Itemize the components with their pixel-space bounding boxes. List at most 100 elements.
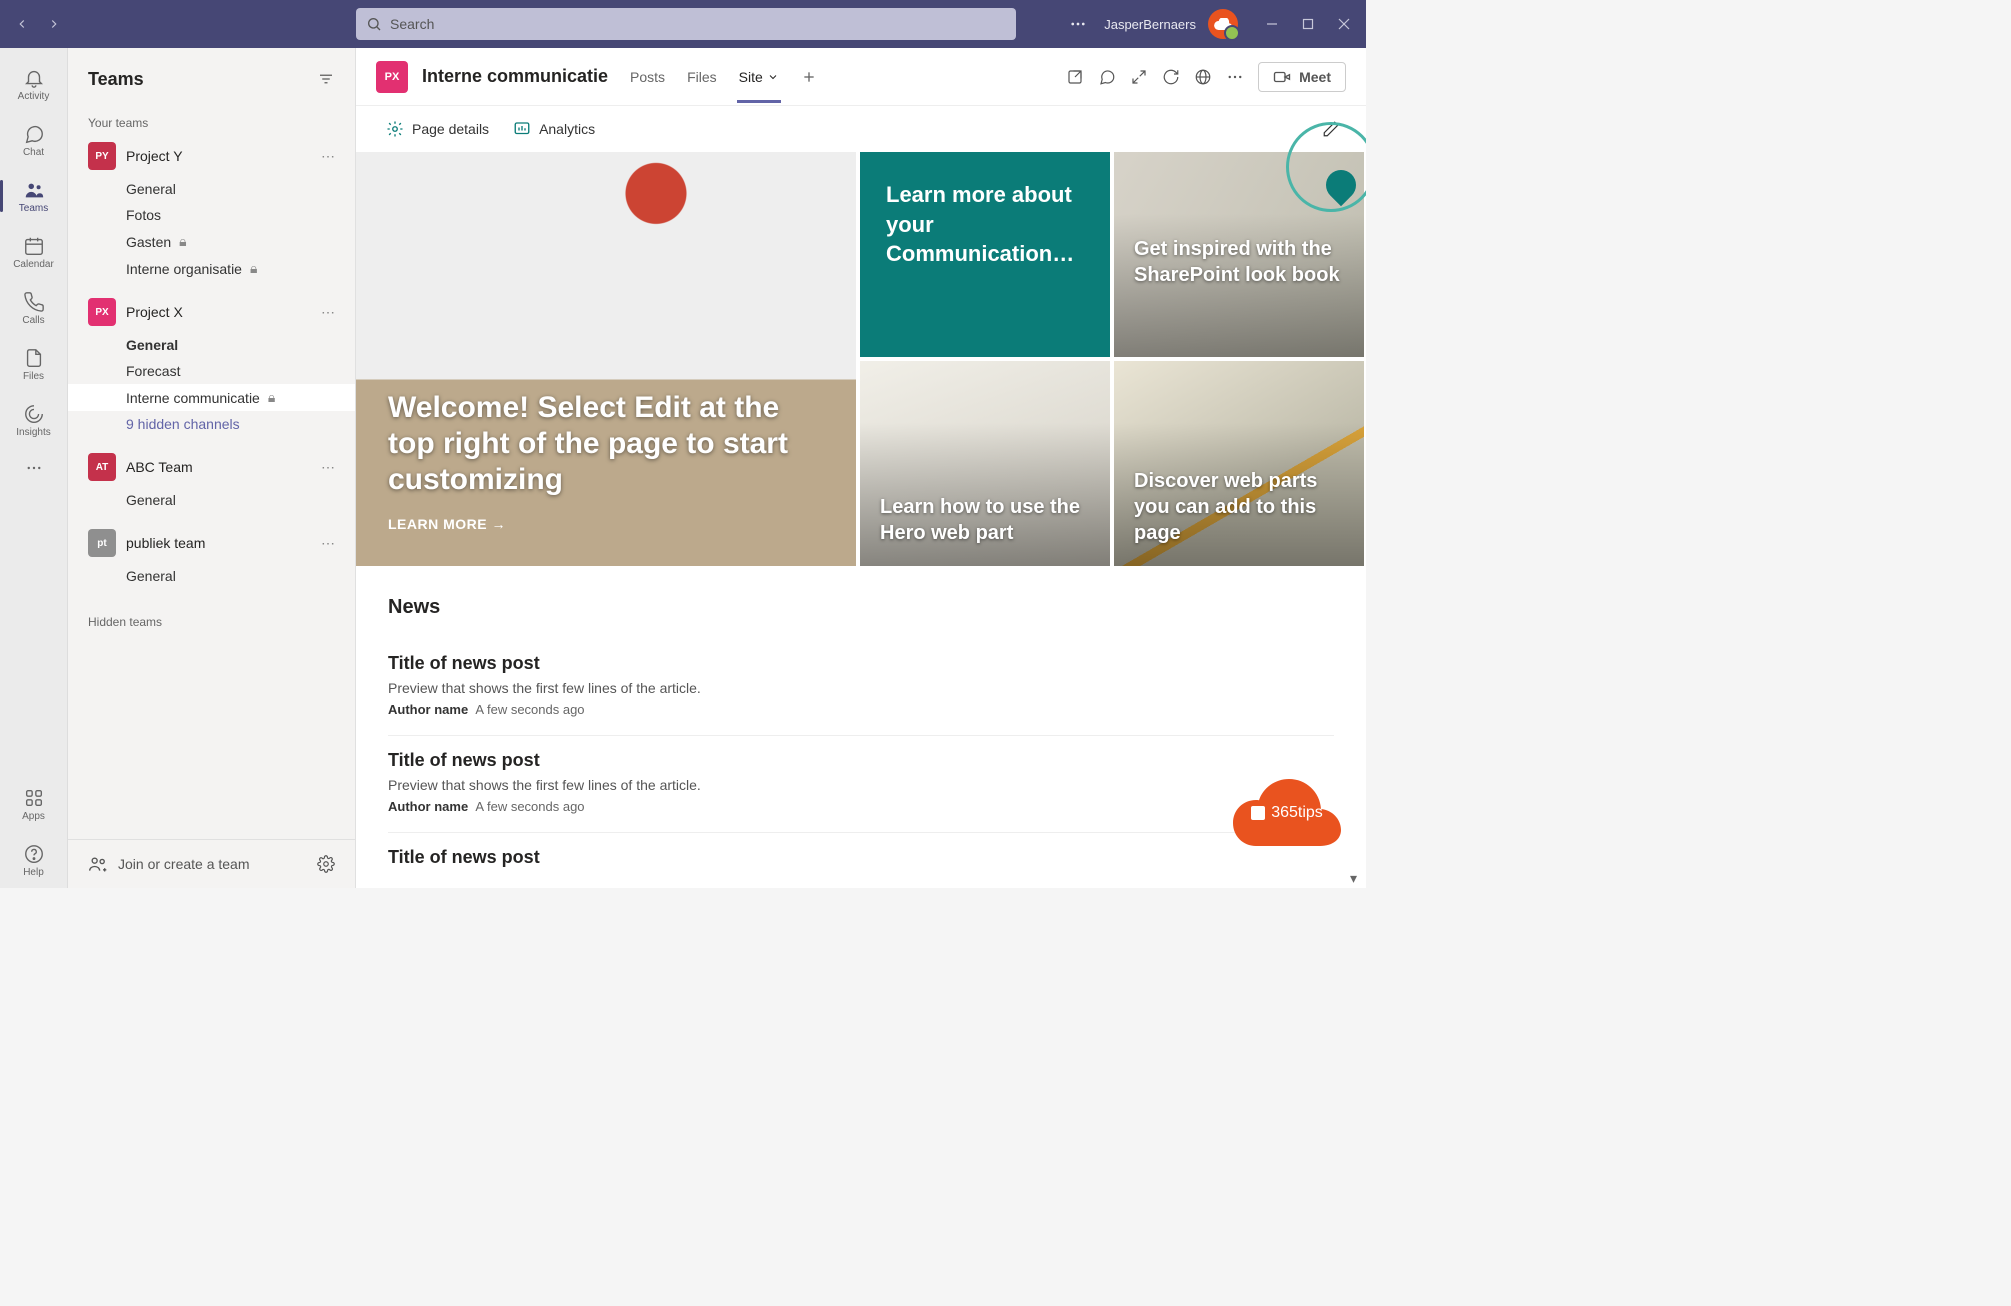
learn-more-label: LEARN MORE bbox=[388, 516, 487, 532]
channel-name: Gasten bbox=[126, 234, 171, 250]
arrow-right-icon: → bbox=[492, 516, 507, 532]
team-more-icon[interactable]: ⋯ bbox=[321, 535, 335, 552]
rail-activity[interactable]: Activity bbox=[0, 56, 68, 112]
tips-label: 365tips bbox=[1271, 804, 1323, 822]
lock-icon: 🔒︎ bbox=[250, 260, 257, 277]
plus-icon bbox=[801, 69, 817, 85]
rail-teams[interactable]: Teams bbox=[0, 168, 68, 224]
channel[interactable]: General bbox=[68, 563, 355, 589]
team-more-icon[interactable]: ⋯ bbox=[321, 459, 335, 476]
news-item[interactable]: Title of news post Preview that shows th… bbox=[388, 639, 1334, 736]
more-icon[interactable] bbox=[1226, 68, 1244, 86]
teams-sidebar: Teams Your teams PY Project Y ⋯ General … bbox=[68, 48, 356, 888]
channel[interactable]: Forecast bbox=[68, 358, 355, 384]
team-row[interactable]: PY Project Y ⋯ bbox=[68, 136, 355, 176]
channel-name: Interne communicatie bbox=[126, 390, 260, 406]
team-badge: PX bbox=[88, 298, 116, 326]
rail-help[interactable]: Help bbox=[0, 832, 68, 888]
tab-site[interactable]: Site bbox=[737, 51, 781, 103]
forward-button[interactable] bbox=[40, 10, 68, 38]
lock-icon: 🔒︎ bbox=[179, 233, 186, 250]
hidden-channels[interactable]: 9 hidden channels bbox=[68, 411, 355, 437]
gear-icon bbox=[386, 120, 404, 138]
filter-icon[interactable] bbox=[317, 70, 335, 88]
rail-calls[interactable]: Calls bbox=[0, 280, 68, 336]
news-item[interactable]: Title of news post Preview that shows th… bbox=[388, 736, 1334, 833]
rail-calendar[interactable]: Calendar bbox=[0, 224, 68, 280]
team-name: Project Y bbox=[126, 148, 183, 164]
channel-title: Interne communicatie bbox=[422, 66, 608, 87]
hero-tile-webparts[interactable]: Discover web parts you can add to this p… bbox=[1114, 361, 1364, 566]
rail-apps[interactable]: Apps bbox=[0, 776, 68, 832]
scroll-down-icon[interactable]: ▾ bbox=[1350, 870, 1364, 884]
rail-insights[interactable]: Insights bbox=[0, 392, 68, 448]
search-box[interactable] bbox=[356, 8, 1016, 40]
hero-main-tile[interactable]: Welcome! Select Edit at the top right of… bbox=[356, 152, 856, 566]
gear-icon[interactable] bbox=[317, 855, 335, 873]
page-subheader: Page details Analytics bbox=[356, 106, 1366, 152]
channel-name: General bbox=[126, 568, 176, 584]
edit-button[interactable] bbox=[1314, 112, 1348, 146]
rail-label: Apps bbox=[22, 811, 45, 822]
analytics-icon bbox=[513, 120, 531, 138]
window-minimize[interactable] bbox=[1258, 10, 1286, 38]
channel[interactable]: General bbox=[68, 332, 355, 358]
expand-icon[interactable] bbox=[1130, 68, 1148, 86]
search-input[interactable] bbox=[390, 16, 1006, 32]
ellipsis-icon bbox=[25, 459, 43, 477]
teams-icon bbox=[23, 179, 45, 201]
meet-label: Meet bbox=[1299, 69, 1331, 85]
tab-add[interactable] bbox=[799, 51, 819, 103]
news-preview: Preview that shows the first few lines o… bbox=[388, 680, 1334, 696]
popout-icon[interactable] bbox=[1066, 68, 1084, 86]
hero-tile-howto[interactable]: Learn how to use the Hero web part bbox=[860, 361, 1110, 566]
channel[interactable]: General bbox=[68, 487, 355, 513]
hero-tile-teal[interactable]: Learn more about your Communication… bbox=[860, 152, 1110, 357]
content-area: PX Interne communicatie Posts Files Site bbox=[356, 48, 1366, 888]
channel[interactable]: Gasten 🔒︎ bbox=[68, 228, 355, 255]
team-badge: pt bbox=[88, 529, 116, 557]
page-details-button[interactable]: Page details bbox=[386, 120, 489, 138]
team-row[interactable]: pt publiek team ⋯ bbox=[68, 523, 355, 563]
rail-chat[interactable]: Chat bbox=[0, 112, 68, 168]
more-icon[interactable] bbox=[1064, 10, 1092, 38]
apps-icon bbox=[23, 787, 45, 809]
window-close[interactable] bbox=[1330, 10, 1358, 38]
news-heading: News bbox=[388, 596, 1334, 619]
tile-title: Learn how to use the Hero web part bbox=[880, 494, 1090, 546]
bell-icon bbox=[23, 67, 45, 89]
avatar[interactable] bbox=[1208, 9, 1238, 39]
learn-more-link[interactable]: LEARN MORE → bbox=[388, 516, 816, 532]
page-details-label: Page details bbox=[412, 121, 489, 137]
team-name: publiek team bbox=[126, 535, 205, 551]
globe-icon[interactable] bbox=[1194, 68, 1212, 86]
channel-selected[interactable]: Interne communicatie 🔒︎ bbox=[68, 384, 355, 411]
rail-more[interactable] bbox=[0, 448, 68, 488]
window-maximize[interactable] bbox=[1294, 10, 1322, 38]
news-time: A few seconds ago bbox=[475, 702, 584, 717]
team-more-icon[interactable]: ⋯ bbox=[321, 148, 335, 165]
reply-icon[interactable] bbox=[1098, 68, 1116, 86]
news-item[interactable]: Title of news post bbox=[388, 833, 1334, 868]
tab-files[interactable]: Files bbox=[685, 51, 719, 103]
team-row[interactable]: PX Project X ⋯ bbox=[68, 292, 355, 332]
back-button[interactable] bbox=[8, 10, 36, 38]
calendar-icon bbox=[23, 235, 45, 257]
search-icon bbox=[366, 16, 382, 32]
lock-icon: 🔒︎ bbox=[268, 389, 275, 406]
news-author: Author name bbox=[388, 799, 468, 814]
join-create-label[interactable]: Join or create a team bbox=[118, 856, 250, 872]
channel[interactable]: General bbox=[68, 176, 355, 202]
rail-files[interactable]: Files bbox=[0, 336, 68, 392]
tab-posts[interactable]: Posts bbox=[628, 51, 667, 103]
help-icon bbox=[23, 843, 45, 865]
team-more-icon[interactable]: ⋯ bbox=[321, 304, 335, 321]
channel[interactable]: Fotos bbox=[68, 202, 355, 228]
channel[interactable]: Interne organisatie 🔒︎ bbox=[68, 255, 355, 282]
analytics-button[interactable]: Analytics bbox=[513, 120, 595, 138]
team-row[interactable]: AT ABC Team ⋯ bbox=[68, 447, 355, 487]
chat-icon bbox=[23, 123, 45, 145]
refresh-icon[interactable] bbox=[1162, 68, 1180, 86]
user-name: JasperBernaers bbox=[1104, 17, 1196, 32]
meet-button[interactable]: Meet bbox=[1258, 62, 1346, 92]
